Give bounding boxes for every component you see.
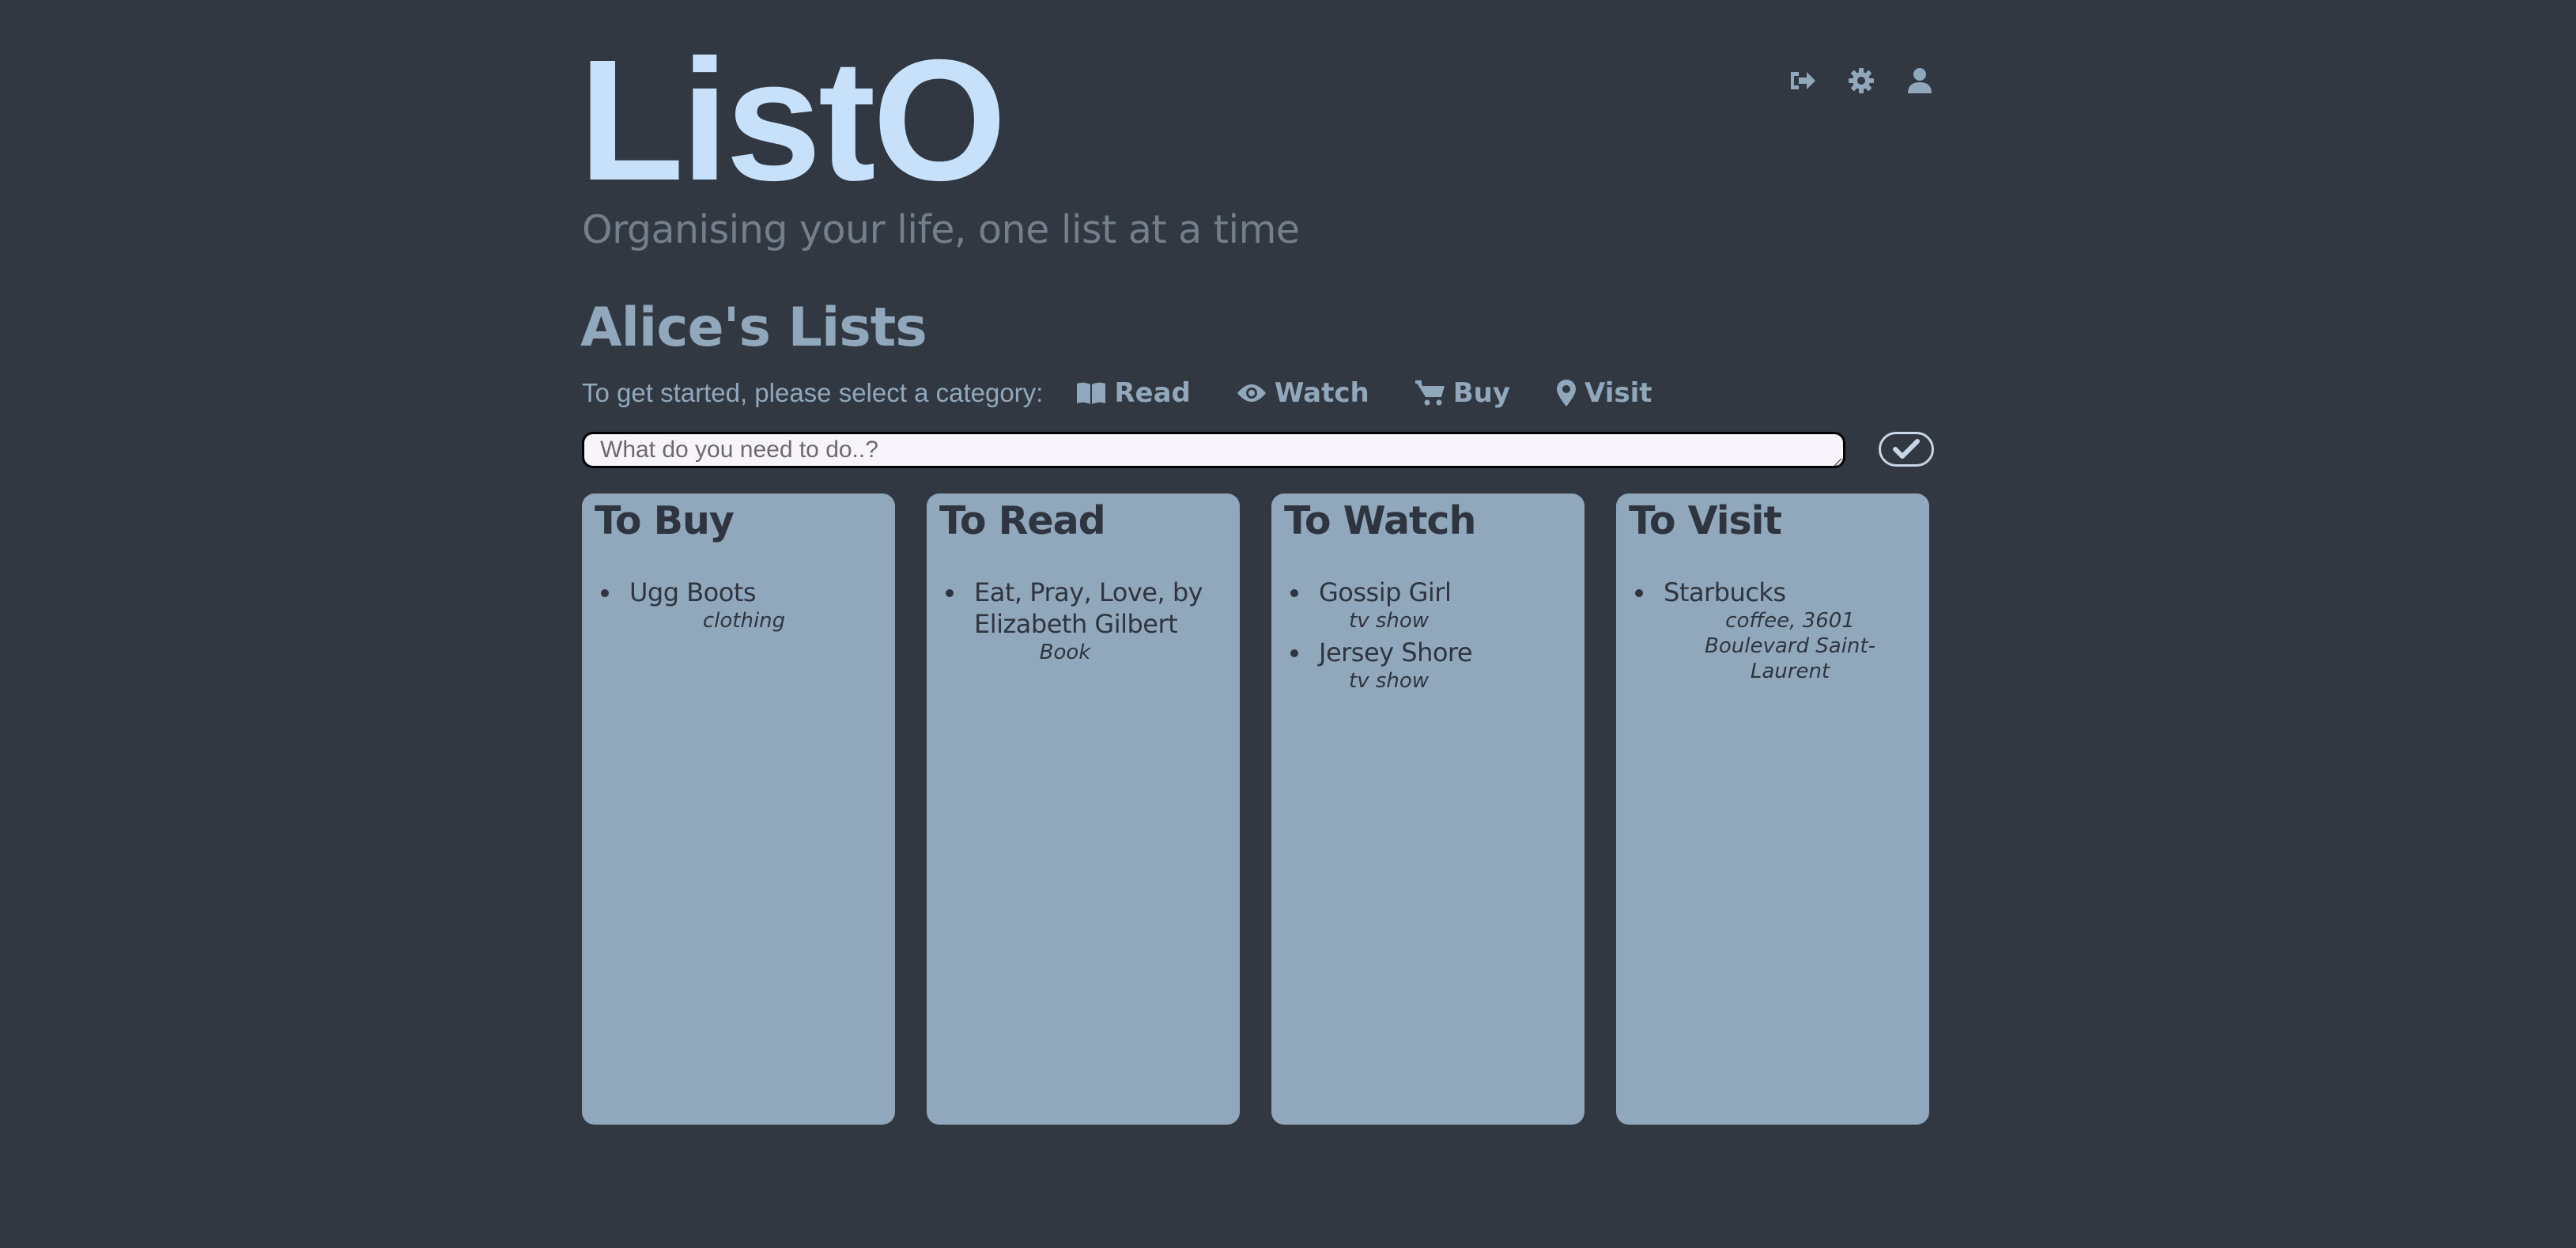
item-name: Gossip Girl	[1319, 577, 1452, 608]
list-title: To Watch	[1284, 498, 1476, 543]
item-category: tv show	[1349, 669, 1430, 694]
logout-icon[interactable]	[1788, 66, 1817, 95]
item-category: tv show	[1349, 609, 1430, 633]
item-category: Book	[1039, 641, 1091, 665]
category-visit-label: Visit	[1585, 377, 1652, 409]
item-name: Ugg Boots	[629, 577, 757, 608]
list-item[interactable]: Starbucks coffee, 3601 Boulevard Saint-L…	[1635, 577, 1917, 684]
gear-icon[interactable]	[1847, 66, 1875, 95]
header-icons	[1788, 66, 1934, 95]
category-buy-button[interactable]: Buy	[1415, 377, 1510, 409]
item-category: coffee, 3601 Boulevard Saint-Laurent	[1705, 609, 1875, 684]
list-card-buy: To Buy Ugg Boots clothing	[582, 494, 895, 1125]
category-watch-button[interactable]: Watch	[1237, 377, 1369, 409]
list-items: Starbucks coffee, 3601 Boulevard Saint-L…	[1629, 577, 1917, 684]
resize-grip-icon[interactable]	[1833, 457, 1842, 467]
list-title: To Visit	[1629, 498, 1782, 543]
list-items: Eat, Pray, Love, by Elizabeth Gilbert Bo…	[939, 577, 1227, 665]
list-card-watch: To Watch Gossip Girl tv show Jersey Shor…	[1271, 494, 1585, 1125]
check-icon	[1893, 439, 1920, 459]
category-read-label: Read	[1114, 377, 1191, 409]
list-title: To Buy	[595, 498, 735, 543]
eye-icon	[1237, 384, 1266, 402]
category-buy-label: Buy	[1452, 377, 1511, 409]
map-marker-icon	[1557, 380, 1577, 407]
lists-container: To Buy Ugg Boots clothing To Read Eat, P…	[582, 494, 1929, 1125]
category-prompt: To get started, please select a category…	[582, 378, 1044, 407]
list-items: Gossip Girl tv show Jersey Shore tv show	[1284, 577, 1572, 694]
list-title: To Read	[939, 498, 1106, 543]
item-name: Starbucks	[1664, 577, 1786, 608]
app-logo[interactable]: ListO	[579, 35, 1007, 207]
category-watch-label: Watch	[1274, 377, 1369, 409]
list-item[interactable]: Jersey Shore tv show	[1290, 637, 1572, 694]
tagline: Organising your life, one list at a time	[582, 207, 1300, 252]
cart-icon	[1415, 380, 1445, 406]
item-name: Eat, Pray, Love, by Elizabeth Gilbert	[974, 577, 1203, 640]
item-category: clothing	[702, 609, 786, 633]
list-card-visit: To Visit Starbucks coffee, 3601 Boulevar…	[1616, 494, 1929, 1125]
list-item[interactable]: Ugg Boots clothing	[601, 577, 882, 633]
category-selector: To get started, please select a category…	[582, 373, 1698, 413]
list-item[interactable]: Gossip Girl tv show	[1290, 577, 1572, 633]
page-title: Alice's Lists	[580, 297, 927, 359]
todo-input[interactable]	[582, 432, 1845, 468]
user-icon[interactable]	[1906, 66, 1934, 95]
book-icon	[1077, 382, 1106, 404]
page: ListO Organising your life, one list at …	[0, 0, 2576, 1248]
list-items: Ugg Boots clothing	[595, 577, 882, 633]
category-read-button[interactable]: Read	[1076, 377, 1191, 409]
submit-button[interactable]	[1879, 432, 1934, 467]
category-visit-button[interactable]: Visit	[1556, 377, 1652, 409]
list-item[interactable]: Eat, Pray, Love, by Elizabeth Gilbert Bo…	[946, 577, 1227, 665]
item-name: Jersey Shore	[1319, 637, 1473, 668]
list-card-read: To Read Eat, Pray, Love, by Elizabeth Gi…	[927, 494, 1240, 1125]
